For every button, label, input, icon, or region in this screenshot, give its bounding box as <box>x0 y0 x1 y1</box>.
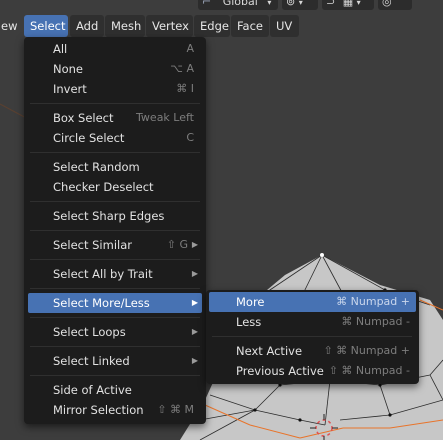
menu-view-label: ew <box>1 19 18 33</box>
menu-select[interactable]: Select <box>24 15 68 37</box>
menu-item-label: Box Select <box>53 111 114 125</box>
menu-item-label: Checker Deselect <box>53 180 154 194</box>
menu-separator <box>30 375 200 376</box>
magnet-icon: ⊃ <box>326 0 336 8</box>
menu-item-label: Circle Select <box>53 131 125 145</box>
chevron-down-icon: ▾ <box>267 0 272 7</box>
menu-item-label: Select All by Trait <box>53 267 153 281</box>
menu-item-label: Invert <box>53 82 87 96</box>
shortcut-label: ⇧ G <box>166 238 188 251</box>
menu-separator <box>212 336 412 337</box>
menu-item-label: Side of Active <box>53 383 132 397</box>
menu-mesh[interactable]: Mesh <box>105 15 145 37</box>
menu-item-label: Select More/Less <box>53 296 150 310</box>
menu-view[interactable]: ew <box>0 15 20 37</box>
menu-item-checker-deselect[interactable]: Checker Deselect <box>28 177 202 197</box>
pivot-point-dropdown[interactable]: ⊚ ▾ <box>282 0 318 10</box>
menu-face-label: Face <box>237 19 264 33</box>
menu-item-label: Select Loops <box>53 325 126 339</box>
menu-item-label: Mirror Selection <box>53 403 144 417</box>
chevron-down-icon: ▾ <box>298 0 303 7</box>
snap-dropdown[interactable]: ⊃ ▦ ▾ <box>322 0 374 10</box>
menu-item-label: Previous Active <box>236 364 324 378</box>
proportional-edit-dropdown[interactable]: ◎ ⌒ <box>378 0 412 10</box>
menu-item-select-random[interactable]: Select Random <box>28 157 202 177</box>
menu-item-label: Next Active <box>236 344 303 358</box>
select-more-less-submenu: More ⌘ Numpad + Less ⌘ Numpad - Next Act… <box>206 290 419 384</box>
submenu-arrow-icon: ▶ <box>191 327 198 336</box>
viewport-toolbar: ⌐ Global ▾ ⊚ ▾ ⊃ ▦ ▾ ◎ ⌒ <box>196 0 443 12</box>
menu-separator <box>30 317 200 318</box>
menu-item-label: Less <box>236 315 262 329</box>
menu-item-label: Select Random <box>53 160 140 174</box>
menu-item-none[interactable]: None ⌥ A <box>28 59 202 79</box>
menu-item-label: Select Similar <box>53 238 132 252</box>
menu-separator <box>30 288 200 289</box>
submenu-arrow-icon: ▶ <box>191 240 198 249</box>
menu-item-label: More <box>236 295 265 309</box>
menu-item-label: All <box>53 42 68 56</box>
pivot-icon: ⊚ <box>286 0 296 8</box>
shortcut-label: C <box>186 131 194 144</box>
shortcut-label: ⌘ I <box>176 82 194 95</box>
shortcut-label: A <box>186 42 194 55</box>
orientation-label: Global <box>222 0 258 8</box>
submenu-arrow-icon: ▶ <box>191 269 198 278</box>
menu-item-label: None <box>53 62 84 76</box>
select-menu: All A None ⌥ A Invert ⌘ I Box Select Twe… <box>24 37 206 424</box>
menu-item-select-sharp-edges[interactable]: Select Sharp Edges <box>28 206 202 226</box>
shortcut-label: ⇧ ⌘ Numpad + <box>323 344 410 357</box>
menu-item-box-select[interactable]: Box Select Tweak Left <box>28 108 202 128</box>
menu-separator <box>30 201 200 202</box>
menu-item-next-active[interactable]: Next Active ⇧ ⌘ Numpad + <box>209 341 416 361</box>
menu-item-select-more-less[interactable]: Select More/Less ▶ <box>28 293 202 313</box>
menu-item-select-similar[interactable]: Select Similar ⇧ G ▶ <box>28 235 202 255</box>
menu-add[interactable]: Add <box>70 15 104 37</box>
menu-item-invert[interactable]: Invert ⌘ I <box>28 79 202 99</box>
shortcut-label: ⇧ ⌘ Numpad - <box>328 364 410 377</box>
transform-orientation-dropdown[interactable]: ⌐ Global ▾ <box>198 0 278 10</box>
menu-item-select-linked[interactable]: Select Linked ▶ <box>28 351 202 371</box>
menu-face[interactable]: Face <box>231 15 269 37</box>
menu-vertex-label: Vertex <box>152 19 189 33</box>
shortcut-label: ⇧ ⌘ M <box>157 403 194 416</box>
shortcut-label: Tweak Left <box>136 111 194 124</box>
shortcut-label: ⌘ Numpad + <box>336 295 410 308</box>
shortcut-label: ⌥ A <box>170 62 194 75</box>
menu-separator <box>30 152 200 153</box>
menu-uv-label: UV <box>276 19 293 33</box>
falloff-icon: ⌒ <box>395 0 407 8</box>
menu-item-less[interactable]: Less ⌘ Numpad - <box>209 312 416 332</box>
editor-header: ew Select Add Mesh Vertex Edge Face UV <box>0 15 443 37</box>
menu-item-select-loops[interactable]: Select Loops ▶ <box>28 322 202 342</box>
menu-add-label: Add <box>76 19 99 33</box>
menu-item-mirror-selection[interactable]: Mirror Selection ⇧ ⌘ M <box>28 400 202 420</box>
menu-separator <box>30 346 200 347</box>
menu-mesh-label: Mesh <box>111 19 142 33</box>
menu-separator <box>30 259 200 260</box>
menu-item-label: Select Linked <box>53 354 130 368</box>
menu-item-label: Select Sharp Edges <box>53 209 165 223</box>
menu-vertex[interactable]: Vertex <box>146 15 193 37</box>
menu-edge-label: Edge <box>200 19 229 33</box>
menu-item-all[interactable]: All A <box>28 39 202 59</box>
submenu-arrow-icon: ▶ <box>191 298 198 307</box>
menu-separator <box>30 103 200 104</box>
menu-item-previous-active[interactable]: Previous Active ⇧ ⌘ Numpad - <box>209 361 416 381</box>
snap-grid-icon: ▦ <box>342 0 354 8</box>
chevron-down-icon: ▾ <box>356 0 361 7</box>
orientation-icon: ⌐ <box>202 0 212 8</box>
menu-select-label: Select <box>30 19 66 33</box>
menu-uv[interactable]: UV <box>270 15 299 37</box>
shortcut-label: ⌘ Numpad - <box>341 315 410 328</box>
menu-item-select-all-by-trait[interactable]: Select All by Trait ▶ <box>28 264 202 284</box>
menu-separator <box>30 230 200 231</box>
menu-item-circle-select[interactable]: Circle Select C <box>28 128 202 148</box>
menu-edge[interactable]: Edge <box>194 15 230 37</box>
menu-item-side-of-active[interactable]: Side of Active <box>28 380 202 400</box>
menu-item-more[interactable]: More ⌘ Numpad + <box>209 292 416 312</box>
proportional-icon: ◎ <box>382 0 392 8</box>
submenu-arrow-icon: ▶ <box>191 356 198 365</box>
